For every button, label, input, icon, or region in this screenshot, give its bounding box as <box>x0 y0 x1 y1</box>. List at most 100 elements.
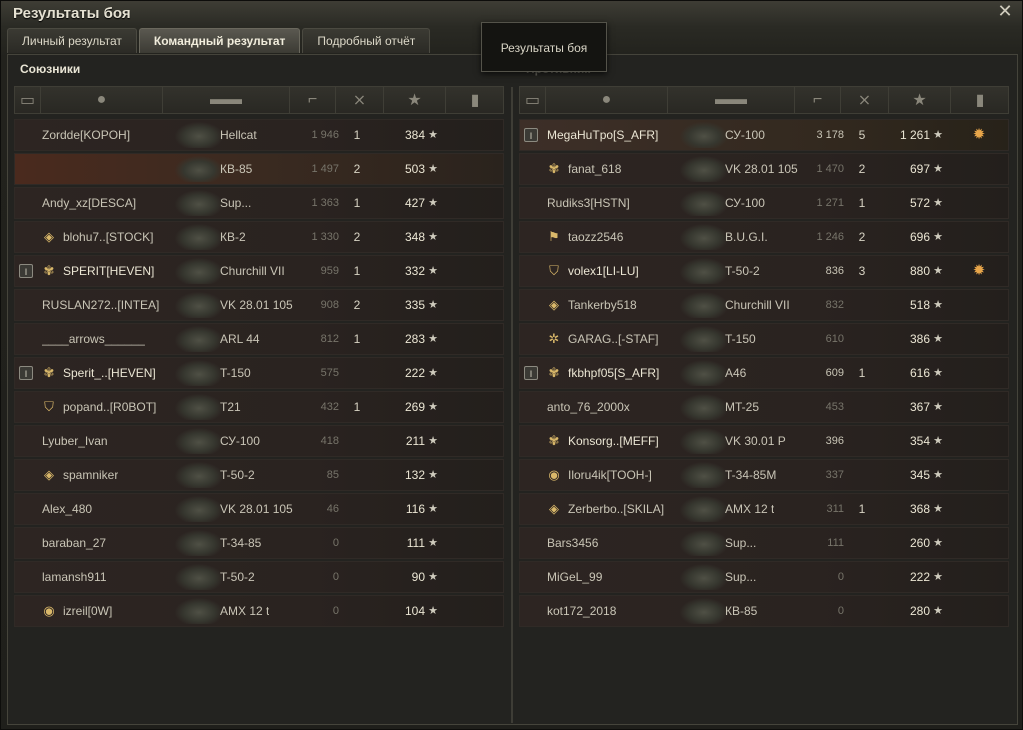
player-row[interactable]: kot172_2018 КВ-85 0 280 ★ <box>519 595 1009 627</box>
player-row[interactable]: ✲ GARAG..[-STAF] T-150 610 386 ★ <box>519 323 1009 355</box>
star-icon: ★ <box>428 571 438 583</box>
tank-image <box>175 326 223 352</box>
tank-icon[interactable]: ▬▬ <box>163 87 290 113</box>
medal-icon[interactable]: ▮ <box>446 87 504 113</box>
star-icon: ★ <box>428 333 438 345</box>
player-name: volex1[LI-LU] <box>568 264 639 278</box>
player-row[interactable]: I ✾ SPERIT[HEVEN] Churchill VII 959 1 332 ★ <box>14 255 504 287</box>
player-row[interactable]: Bars3456 Sup... 111 260 ★ <box>519 527 1009 559</box>
kills-icon[interactable]: ⨯ <box>336 87 384 113</box>
player-row[interactable]: ◉ Iloru4ik[TOOH-] T-34-85M 337 345 ★ <box>519 459 1009 491</box>
vehicle-name: КВ-2 <box>220 230 246 244</box>
kills-value <box>850 324 874 354</box>
vehicle-name: Sup... <box>725 536 757 550</box>
tank-image <box>175 564 223 590</box>
player-icon[interactable]: ● <box>41 87 163 113</box>
player-row[interactable]: ◈ Tankerby518 Churchill VII 832 518 ★ <box>519 289 1009 321</box>
clan-emblem-icon: ✾ <box>548 161 560 176</box>
player-row[interactable]: I ✾ fkbhpf05[S_AFR] A46 609 1 616 ★ <box>519 357 1009 389</box>
vehicle-name: Sup... <box>220 196 252 210</box>
score-value: 368 <box>909 502 930 516</box>
player-name: popand..[R0BOT] <box>63 400 157 414</box>
platoon-icon[interactable]: ▭ <box>520 87 546 113</box>
platoon-icon[interactable]: ▭ <box>15 87 41 113</box>
player-row[interactable]: lamansh911 T-50-2 0 90 ★ <box>14 561 504 593</box>
medal-icon[interactable]: ✹ <box>968 124 990 146</box>
player-row[interactable]: anto_76_2000x MT-25 453 367 ★ <box>519 391 1009 423</box>
tank-image <box>680 564 728 590</box>
enemies-team: Противник ▭ ● ▬▬ ⌐ ⨯ ★ ▮ IMegaHuTpo[S_AF… <box>516 55 1012 724</box>
player-row[interactable]: Lyuber_Ivan СУ-100 418 211 ★ <box>14 425 504 457</box>
player-name: lamansh911 <box>42 570 107 584</box>
score-value: 269 <box>404 400 425 414</box>
tab-detailed-report[interactable]: Подробный отчёт <box>302 28 431 53</box>
star-icon: ★ <box>428 401 438 413</box>
damage-icon[interactable]: ⌐ <box>290 87 336 113</box>
player-row[interactable]: Alex_480 VK 28.01 105 46 116 ★ <box>14 493 504 525</box>
player-row[interactable]: ✾ Konsorg..[MEFF] VK 30.01 P 396 354 ★ <box>519 425 1009 457</box>
player-row[interactable]: ◈ blohu7..[STOCK] КВ-2 1 330 2 348 ★ <box>14 221 504 253</box>
tab-team-result[interactable]: Командный результат <box>138 28 301 53</box>
player-row[interactable]: ⛉ popand..[R0BOT] T21 432 1 269 ★ <box>14 391 504 423</box>
damage-value: 453 <box>825 401 844 413</box>
star-icon: ★ <box>428 265 438 277</box>
star-icon: ★ <box>933 469 943 481</box>
player-icon[interactable]: ● <box>546 87 668 113</box>
damage-value: 959 <box>320 265 339 277</box>
player-row[interactable]: Rudiks3[HSTN] СУ-100 1 271 1 572 ★ <box>519 187 1009 219</box>
vehicle-name: T-50-2 <box>220 570 255 584</box>
damage-value: 1 946 <box>311 129 339 141</box>
player-row[interactable]: RUSLAN272..[INTEA] VK 28.01 105 908 2 335 ★ <box>14 289 504 321</box>
close-icon[interactable]: ✕ <box>996 2 1014 20</box>
player-row[interactable]: I MegaHuTpo[S_AFR] СУ-100 3 178 5 1 261 ★ ✹ <box>519 119 1009 151</box>
score-star-icon[interactable]: ★ <box>889 87 951 113</box>
damage-icon[interactable]: ⌐ <box>795 87 841 113</box>
damage-value: 396 <box>825 435 844 447</box>
player-row[interactable]: Andy_xz[DESCA] Sup... 1 363 1 427 ★ <box>14 187 504 219</box>
player-name: kot172_2018 <box>547 604 617 618</box>
player-name: GARAG..[-STAF] <box>568 332 659 346</box>
player-row[interactable]: ⛉ volex1[LI-LU] T-50-2 836 3 880 ★ ✹ <box>519 255 1009 287</box>
window-title: Результаты боя <box>13 5 131 22</box>
score-value: 211 <box>405 434 425 448</box>
player-row[interactable]: I ✾ Sperit_..[HEVEN] T-150 575 222 ★ <box>14 357 504 389</box>
player-row[interactable]: КВ-85 1 497 2 503 ★ <box>14 153 504 185</box>
tank-image <box>680 428 728 454</box>
tab-personal-result[interactable]: Личный результат <box>7 28 137 53</box>
score-value: 222 <box>909 570 930 584</box>
vehicle-name: T-34-85M <box>725 468 777 482</box>
player-row[interactable]: ✾ fanat_618 VK 28.01 105 1 470 2 697 ★ <box>519 153 1009 185</box>
score-value: 111 <box>406 536 425 550</box>
tank-icon[interactable]: ▬▬ <box>668 87 795 113</box>
score-value: 132 <box>404 468 425 482</box>
player-row[interactable]: baraban_27 T-34-85 0 111 ★ <box>14 527 504 559</box>
damage-value: 432 <box>320 401 339 413</box>
score-value: 332 <box>404 264 425 278</box>
star-icon: ★ <box>428 299 438 311</box>
kills-icon[interactable]: ⨯ <box>841 87 889 113</box>
damage-value: 1 330 <box>311 231 339 243</box>
player-row[interactable]: Zordde[KOPOH] Hellcat 1 946 1 384 ★ <box>14 119 504 151</box>
player-name: Alex_480 <box>42 502 93 516</box>
player-row[interactable]: ⚑ taozz2546 B.U.G.I. 1 246 2 696 ★ <box>519 221 1009 253</box>
score-star-icon[interactable]: ★ <box>384 87 446 113</box>
player-row[interactable]: MiGeL_99 Sup... 0 222 ★ <box>519 561 1009 593</box>
kills-value: 1 <box>353 332 361 346</box>
player-row[interactable]: ◈ Zerberbo..[SKILA] AMX 12 t 311 1 368 ★ <box>519 493 1009 525</box>
player-row[interactable]: ____arrows______ ARL 44 812 1 283 ★ <box>14 323 504 355</box>
tank-image <box>680 360 728 386</box>
clan-emblem-icon: ◈ <box>549 501 559 516</box>
platoon-badge: I <box>524 128 538 142</box>
tank-image <box>680 292 728 318</box>
player-name: izreil[0W] <box>63 604 113 618</box>
vehicle-name: AMX 12 t <box>220 604 270 618</box>
player-row[interactable]: ◉ izreil[0W] AMX 12 t 0 104 ★ <box>14 595 504 627</box>
player-name: Tankerby518 <box>568 298 637 312</box>
player-row[interactable]: ◈ spamniker T-50-2 85 132 ★ <box>14 459 504 491</box>
score-value: 503 <box>404 162 425 176</box>
score-value: 427 <box>404 196 425 210</box>
tank-image <box>175 258 223 284</box>
vehicle-name: VK 28.01 105 <box>220 298 293 312</box>
medal-icon[interactable]: ▮ <box>951 87 1009 113</box>
medal-icon[interactable]: ✹ <box>968 260 990 282</box>
